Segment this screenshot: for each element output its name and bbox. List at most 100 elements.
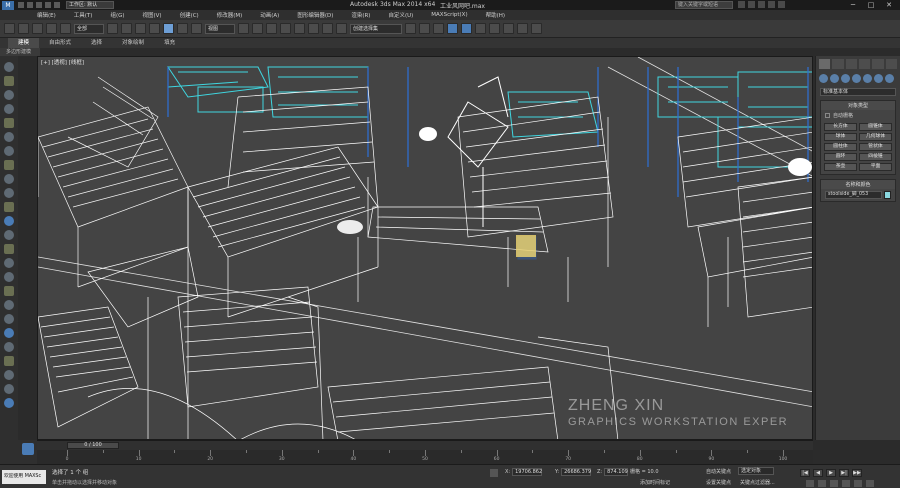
previous-frame-icon[interactable]: ◀ xyxy=(813,469,823,477)
select-object-icon[interactable] xyxy=(107,23,118,34)
rendered-frame-icon[interactable] xyxy=(517,23,528,34)
text-tool-icon[interactable] xyxy=(4,202,14,212)
pan-icon[interactable] xyxy=(842,480,850,487)
graphite-toggle-icon[interactable] xyxy=(447,23,458,34)
menu-item-2[interactable]: 组(G) xyxy=(101,11,133,19)
primitive-button-4[interactable]: 圆柱体 xyxy=(824,143,857,151)
select-scale-icon[interactable] xyxy=(191,23,202,34)
snap-toggle-icon[interactable] xyxy=(280,23,291,34)
undo-icon[interactable] xyxy=(45,2,51,8)
camera-tool-icon[interactable] xyxy=(4,216,14,226)
y-value-input[interactable]: 26686.379 xyxy=(561,468,591,476)
new-file-icon[interactable] xyxy=(18,2,24,8)
app-logo-icon[interactable]: M xyxy=(2,0,14,10)
favorites-icon[interactable] xyxy=(768,1,775,8)
ribbon-tab-0[interactable]: 建模 xyxy=(8,38,40,48)
menu-item-1[interactable]: 工具(T) xyxy=(65,11,102,19)
mirror-icon[interactable] xyxy=(405,23,416,34)
wall-tool-icon[interactable] xyxy=(4,384,14,394)
viewport-label[interactable]: [+] [透视] [线框] xyxy=(41,58,84,66)
keyboard-shortcut-icon[interactable] xyxy=(266,23,277,34)
render-production-icon[interactable] xyxy=(531,23,542,34)
spacewarp-tool-icon[interactable] xyxy=(4,258,14,268)
align-icon[interactable] xyxy=(419,23,430,34)
zoom-icon[interactable] xyxy=(806,480,814,487)
teapot-tool-icon[interactable] xyxy=(4,188,14,198)
angle-snap-icon[interactable] xyxy=(294,23,305,34)
window-crossing-icon[interactable] xyxy=(149,23,160,34)
wireframe-scene[interactable] xyxy=(38,57,813,440)
utilities-tab-icon[interactable] xyxy=(885,59,897,69)
menu-item-3[interactable]: 视图(V) xyxy=(134,11,171,19)
undo-button[interactable] xyxy=(4,23,15,34)
maxscript-listener[interactable]: 欢迎使用 MAXSc xyxy=(2,470,46,484)
menu-item-0[interactable]: 编辑(E) xyxy=(28,11,65,19)
orbit-icon[interactable] xyxy=(854,480,862,487)
key-filters-button[interactable]: 关键点过滤器... xyxy=(740,479,775,486)
search-input[interactable]: 键入关键字或短语 xyxy=(675,1,733,9)
unlink-icon[interactable] xyxy=(46,23,57,34)
compound-tool-icon[interactable] xyxy=(4,286,14,296)
go-to-start-icon[interactable]: |◀ xyxy=(800,469,810,477)
auto-key-button[interactable]: 自动关键点 xyxy=(706,468,731,475)
nurbs-tool-icon[interactable] xyxy=(4,314,14,324)
primitive-button-5[interactable]: 管状体 xyxy=(859,143,892,151)
ribbon-tab-3[interactable]: 对象绘制 xyxy=(112,38,154,48)
geometry-icon[interactable] xyxy=(819,74,828,83)
selection-filter-dropdown[interactable]: 全部 xyxy=(74,23,104,34)
zoom-all-icon[interactable] xyxy=(818,480,826,487)
primitive-button-1[interactable]: 圆锥体 xyxy=(859,123,892,131)
particle-tool-icon[interactable] xyxy=(4,272,14,282)
shapes-icon[interactable] xyxy=(830,74,839,83)
select-manipulate-icon[interactable] xyxy=(252,23,263,34)
door-tool-icon[interactable] xyxy=(4,328,14,338)
ribbon-tab-4[interactable]: 填充 xyxy=(154,38,185,48)
object-color-swatch[interactable] xyxy=(884,191,891,199)
curve-editor-icon[interactable] xyxy=(461,23,472,34)
menu-item-11[interactable]: 帮助(H) xyxy=(477,11,514,19)
ribbon-tab-2[interactable]: 选择 xyxy=(81,38,112,48)
x-value-input[interactable]: 19706.862 xyxy=(512,468,542,476)
display-tab-icon[interactable] xyxy=(872,59,884,69)
add-time-tag[interactable]: 添加时间标记 xyxy=(640,479,670,486)
save-file-icon[interactable] xyxy=(36,2,42,8)
primitive-category-dropdown[interactable]: 标准基本体 xyxy=(820,88,896,96)
menu-item-10[interactable]: MAXScript(X) xyxy=(422,12,476,18)
modify-tab-icon[interactable] xyxy=(832,59,844,69)
geosphere-tool-icon[interactable] xyxy=(4,146,14,156)
minimize-button[interactable]: ─ xyxy=(844,0,862,10)
torus-tool-icon[interactable] xyxy=(4,132,14,142)
pivot-center-icon[interactable] xyxy=(238,23,249,34)
lights-icon[interactable] xyxy=(841,74,850,83)
redo-button[interactable] xyxy=(18,23,29,34)
cameras-icon[interactable] xyxy=(852,74,861,83)
subscription-icon[interactable] xyxy=(748,1,755,8)
primitive-button-6[interactable]: 圆环 xyxy=(824,153,857,161)
reference-coord-dropdown[interactable]: 视图 xyxy=(205,23,235,34)
cone-tool-icon[interactable] xyxy=(4,104,14,114)
material-editor-icon[interactable] xyxy=(489,23,500,34)
object-name-field[interactable]: stoolside_脚_053 xyxy=(825,191,882,199)
set-key-button[interactable]: 设置关键点 xyxy=(706,479,731,486)
primitive-button-3[interactable]: 几何球体 xyxy=(859,133,892,141)
tube-tool-icon[interactable] xyxy=(4,160,14,170)
spacewarps-icon[interactable] xyxy=(874,74,883,83)
primitive-button-0[interactable]: 长方体 xyxy=(824,123,857,131)
primitive-button-8[interactable]: 茶壶 xyxy=(824,163,857,171)
communication-icon[interactable] xyxy=(758,1,765,8)
patch-tool-icon[interactable] xyxy=(4,300,14,310)
bind-spacewarp-icon[interactable] xyxy=(60,23,71,34)
hierarchy-tab-icon[interactable] xyxy=(845,59,857,69)
menu-item-4[interactable]: 创建(C) xyxy=(171,11,208,19)
close-button[interactable]: ✕ xyxy=(880,0,898,10)
motion-tab-icon[interactable] xyxy=(858,59,871,69)
edit-named-selection-icon[interactable] xyxy=(336,23,347,34)
next-frame-icon[interactable]: ▶| xyxy=(839,469,849,477)
perspective-viewport[interactable] xyxy=(37,56,813,440)
track-bar[interactable]: 0 10 20 30 40 50 60 70 80 90 100 xyxy=(37,450,813,464)
selection-set-dropdown[interactable]: 选定对象 xyxy=(738,467,774,475)
ribbon-tab-1[interactable]: 自由形式 xyxy=(39,38,81,48)
schematic-view-icon[interactable] xyxy=(475,23,486,34)
field-of-view-icon[interactable] xyxy=(830,480,838,487)
window-tool-icon[interactable] xyxy=(4,342,14,352)
